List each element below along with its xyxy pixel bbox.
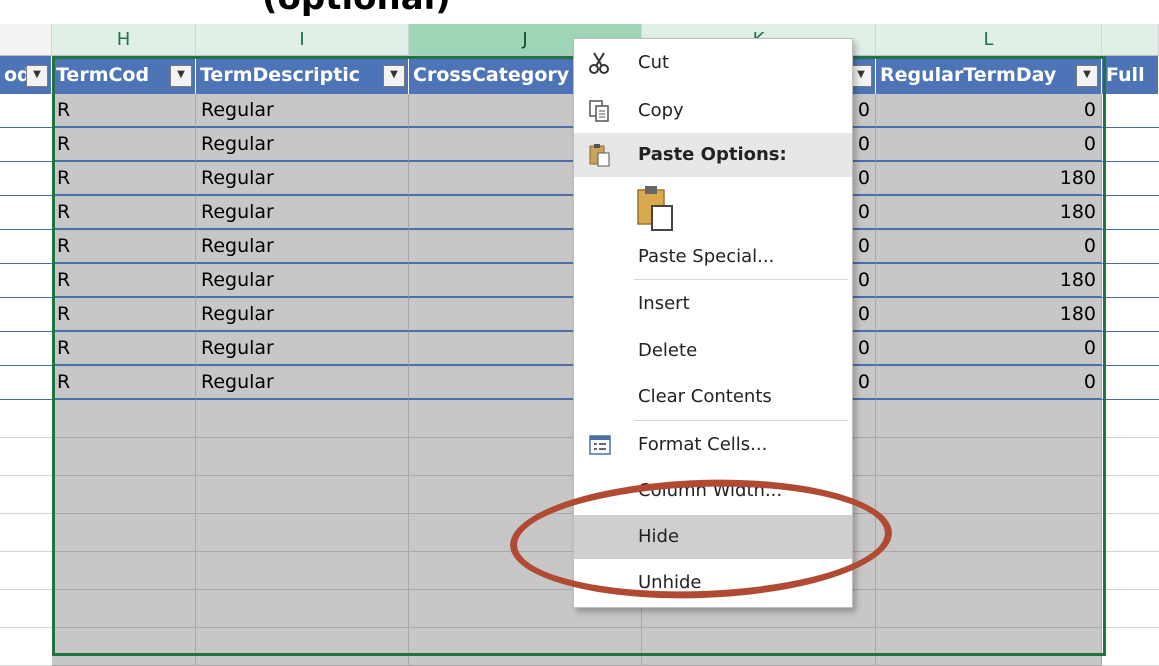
menu-item-paste-options: Paste Options:	[574, 133, 852, 177]
table-cell-full[interactable]	[1102, 230, 1159, 264]
grid-cell[interactable]	[1102, 400, 1159, 438]
menu-item-clear-contents[interactable]: Clear Contents	[574, 375, 852, 419]
paste-option-icon[interactable]	[634, 184, 678, 232]
table-cell-prev[interactable]	[0, 162, 52, 196]
grid-cell[interactable]	[1102, 514, 1159, 552]
table-cell-prev[interactable]	[0, 128, 52, 162]
table-cell-full[interactable]	[1102, 128, 1159, 162]
table-cell-full[interactable]	[1102, 332, 1159, 366]
table-cell-full[interactable]	[1102, 94, 1159, 128]
column-header-g[interactable]	[0, 24, 52, 56]
grid-cell[interactable]	[0, 400, 52, 438]
format-cells-icon	[589, 435, 611, 455]
menu-item-insert[interactable]: Insert	[574, 282, 852, 326]
table-cell-full[interactable]	[1102, 162, 1159, 196]
menu-item-copy[interactable]: Copy	[574, 89, 852, 133]
menu-separator	[634, 279, 848, 280]
top-strip	[0, 0, 1159, 24]
menu-separator	[634, 420, 848, 421]
copy-icon	[589, 100, 609, 122]
scissors-icon	[589, 52, 609, 74]
table-cell-prev[interactable]	[0, 264, 52, 298]
table-cell-full[interactable]	[1102, 298, 1159, 332]
paste-icon	[589, 144, 610, 167]
menu-item-delete[interactable]: Delete	[574, 329, 852, 373]
grid-cell[interactable]	[1102, 476, 1159, 514]
column-header-i[interactable]: I	[196, 24, 409, 56]
menu-item-paste-special[interactable]: Paste Special...	[574, 235, 852, 279]
table-cell-prev[interactable]	[0, 298, 52, 332]
grid-cell[interactable]	[1102, 438, 1159, 476]
table-cell-full[interactable]	[1102, 196, 1159, 230]
table-cell-full[interactable]	[1102, 264, 1159, 298]
menu-item-cut[interactable]: Cut	[574, 41, 852, 85]
column-header-m[interactable]	[1102, 24, 1159, 56]
table-cell-full[interactable]	[1102, 366, 1159, 400]
grid-cell[interactable]	[1102, 552, 1159, 590]
filter-dropdown-icon[interactable]: ▼	[26, 65, 48, 87]
table-header-full[interactable]: Full	[1102, 56, 1159, 94]
grid-cell[interactable]	[1102, 628, 1159, 666]
table-header-prev[interactable]: od ▼	[0, 56, 52, 94]
grid-cell[interactable]	[1102, 590, 1159, 628]
grid-cell[interactable]	[0, 552, 52, 590]
table-cell-prev[interactable]	[0, 366, 52, 400]
column-header-l[interactable]: L	[876, 24, 1102, 56]
table-cell-prev[interactable]	[0, 196, 52, 230]
table-cell-prev[interactable]	[0, 94, 52, 128]
grid-cell[interactable]	[0, 628, 52, 666]
table-cell-prev[interactable]	[0, 332, 52, 366]
grid-cell[interactable]	[0, 514, 52, 552]
menu-item-format-cells[interactable]: Format Cells...	[574, 423, 852, 467]
grid-cell[interactable]	[0, 438, 52, 476]
grid-cell[interactable]	[0, 476, 52, 514]
table-cell-prev[interactable]	[0, 230, 52, 264]
column-header-h[interactable]: H	[52, 24, 196, 56]
grid-cell[interactable]	[0, 590, 52, 628]
partial-heading: (optional)	[262, 0, 451, 18]
